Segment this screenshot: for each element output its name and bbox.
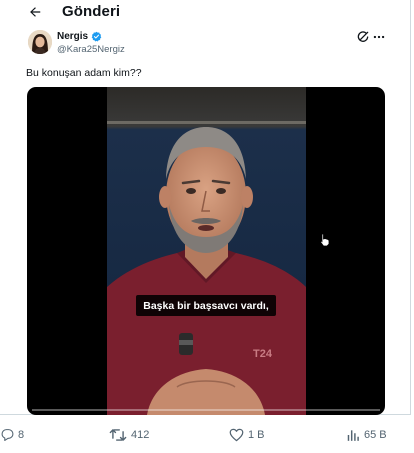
video-still-image: T24	[107, 87, 306, 415]
mouse-pointer-icon	[319, 233, 330, 247]
caption-text: Başka bir başsavcı vardı,	[143, 299, 269, 312]
repost-count: 412	[131, 429, 150, 441]
video-caption: Başka bir başsavcı vardı,	[136, 295, 276, 316]
avatar-image	[28, 30, 52, 54]
avatar[interactable]	[28, 30, 52, 54]
reply-bubble-icon	[1, 429, 14, 441]
grok-button[interactable]	[356, 30, 370, 44]
arrow-left-icon	[30, 7, 41, 17]
back-button[interactable]	[26, 3, 44, 21]
views-button[interactable]: 65 B	[346, 428, 387, 442]
grok-icon	[357, 31, 369, 42]
view-count: 65 B	[364, 429, 387, 441]
author-display-name: Nergis	[57, 31, 89, 42]
video-frame: T24	[107, 87, 306, 415]
author-handle[interactable]: @Kara25Nergiz	[57, 44, 125, 55]
more-options-button[interactable]	[372, 30, 386, 44]
author-name-row[interactable]: Nergis	[57, 31, 102, 42]
more-horizontal-icon	[373, 35, 385, 39]
repost-button[interactable]: 412	[109, 428, 149, 442]
shirt-logo-text: T24	[253, 348, 273, 360]
reply-button[interactable]: 8	[1, 428, 24, 441]
post-actions-bar: 8 412 1 B 65 B	[0, 428, 414, 450]
like-button[interactable]: 1 B	[229, 428, 265, 442]
post-text: Bu konuşan adam kim??	[26, 67, 142, 79]
repost-icon	[109, 429, 127, 441]
video-progress-bar[interactable]	[32, 409, 380, 411]
like-count: 1 B	[248, 429, 265, 441]
video-player[interactable]: T24 Başka bir başsavcı vardı,	[27, 87, 385, 415]
bar-chart-icon	[347, 430, 359, 441]
reply-count: 8	[18, 428, 25, 441]
page-header: Gönderi	[0, 0, 410, 26]
heart-icon	[229, 428, 244, 442]
verified-badge-icon	[91, 31, 102, 42]
page-title: Gönderi	[62, 3, 121, 20]
column-border	[410, 0, 411, 415]
